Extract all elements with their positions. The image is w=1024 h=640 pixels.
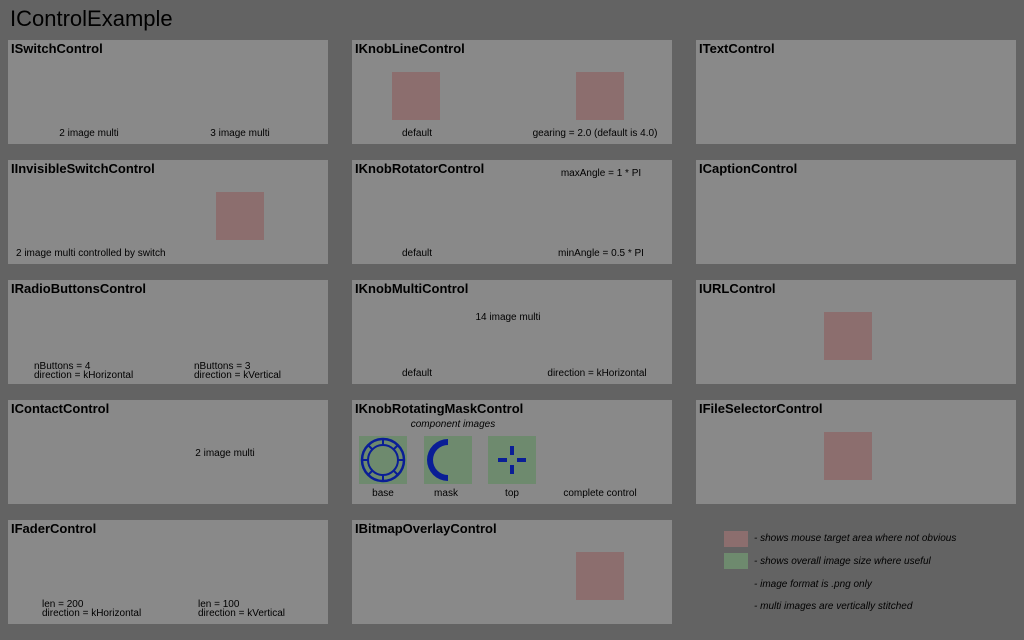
contact-label: 2 image multi	[195, 448, 255, 459]
crosshair-icon	[488, 436, 536, 484]
invisible-switch-target[interactable]	[216, 192, 264, 240]
fader-horizontal-label: len = 200 direction = kHorizontal	[42, 600, 142, 619]
panel-title: IKnobRotatingMaskControl	[355, 401, 524, 416]
panel-title: ISwitchControl	[11, 41, 103, 56]
knob-line-gearing-target[interactable]	[576, 72, 624, 120]
legend-item-target: - shows mouse target area where not obvi…	[754, 533, 957, 544]
base-label: base	[372, 488, 394, 499]
panel-title: IRadioButtonsControl	[11, 281, 147, 296]
radio-horizontal-direction: direction = kHorizontal	[34, 370, 134, 381]
panel-knob-multi-control: IKnobMultiControl 14 image multi default…	[352, 280, 672, 384]
mask-arc-icon	[424, 436, 472, 484]
panel-knob-rotator-control: IKnobRotatorControl maxAngle = 1 * PI de…	[352, 160, 672, 264]
knob-line-default-label: default	[401, 128, 433, 139]
knob-rotator-max-angle-label: maxAngle = 1 * PI	[560, 168, 642, 179]
radio-horizontal-label: nButtons = 4 direction = kHorizontal	[34, 362, 134, 381]
panel-invisible-switch-control: IInvisibleSwitchControl 2 image multi co…	[8, 160, 328, 264]
knob-line-gearing-label: gearing = 2.0 (default is 4.0)	[532, 128, 658, 139]
fader-vertical-label: len = 100 direction = kVertical	[198, 600, 285, 619]
switch-3-image-label: 3 image multi	[210, 128, 270, 139]
panel-knob-rotating-mask-control: IKnobRotatingMaskControl component image…	[352, 400, 672, 504]
fader-horizontal-direction: direction = kHorizontal	[42, 608, 142, 619]
panel-title: IInvisibleSwitchControl	[11, 161, 155, 176]
knob-multi-default-label: default	[401, 368, 433, 379]
knob-rotator-min-angle-label: minAngle = 0.5 * PI	[558, 248, 644, 259]
component-images-label: component images	[410, 419, 496, 430]
invisible-switch-label: 2 image multi controlled by switch	[16, 248, 166, 259]
panel-title: ICaptionControl	[699, 161, 798, 176]
knob-rotator-default-label: default	[401, 248, 433, 259]
panel-title: IKnobLineControl	[355, 41, 465, 56]
switch-2-image-label: 2 image multi	[59, 128, 119, 139]
panel-knob-line-control: IKnobLineControl default gearing = 2.0 (…	[352, 40, 672, 144]
knob-multi-14-image-label: 14 image multi	[475, 312, 541, 323]
bitmap-overlay-target[interactable]	[576, 552, 624, 600]
top-label: top	[505, 488, 519, 499]
url-link-target[interactable]	[824, 312, 872, 360]
panel-switch-control: ISwitchControl 2 image multi 3 image mul…	[8, 40, 328, 144]
panel-title: IFaderControl	[11, 521, 97, 536]
panel-text-control: ITextControl	[696, 40, 1016, 144]
file-selector-target[interactable]	[824, 432, 872, 480]
panel-title: IBitmapOverlayControl	[355, 521, 497, 536]
knob-multi-direction-label: direction = kHorizontal	[547, 368, 647, 379]
panel-file-selector-control: IFileSelectorControl	[696, 400, 1016, 504]
panel-caption-control: ICaptionControl	[696, 160, 1016, 264]
app-title: IControlExample	[10, 6, 173, 31]
panel-contact-control: IContactControl 2 image multi	[8, 400, 328, 504]
panel-title: IURLControl	[699, 281, 776, 296]
legend-item-png: - image format is .png only	[754, 579, 872, 590]
legend-target-swatch	[724, 531, 748, 547]
panel-fader-control: IFaderControl len = 200 direction = kHor…	[8, 520, 328, 624]
panel-url-control: IURLControl	[696, 280, 1016, 384]
base-ring-icon	[359, 436, 407, 484]
panel-bitmap-overlay-control: IBitmapOverlayControl	[352, 520, 672, 624]
legend-image-swatch	[724, 553, 748, 569]
legend-item-image-size: - shows overall image size where useful	[754, 556, 931, 567]
panel-radio-buttons-control: IRadioButtonsControl nButtons = 4 direct…	[8, 280, 328, 384]
panel-title: IFileSelectorControl	[699, 401, 823, 416]
panel-title: IContactControl	[11, 401, 110, 416]
radio-vertical-direction: direction = kVertical	[194, 370, 281, 381]
legend-item-stitched: - multi images are vertically stitched	[754, 601, 913, 612]
knob-line-default-target[interactable]	[392, 72, 440, 120]
complete-control-label: complete control	[563, 488, 637, 499]
fader-vertical-direction: direction = kVertical	[198, 608, 285, 619]
panel-title: IKnobRotatorControl	[355, 161, 485, 176]
mask-label: mask	[434, 488, 458, 499]
panel-title: IKnobMultiControl	[355, 281, 469, 296]
panel-title: ITextControl	[699, 41, 775, 56]
radio-vertical-label: nButtons = 3 direction = kVertical	[194, 362, 281, 381]
